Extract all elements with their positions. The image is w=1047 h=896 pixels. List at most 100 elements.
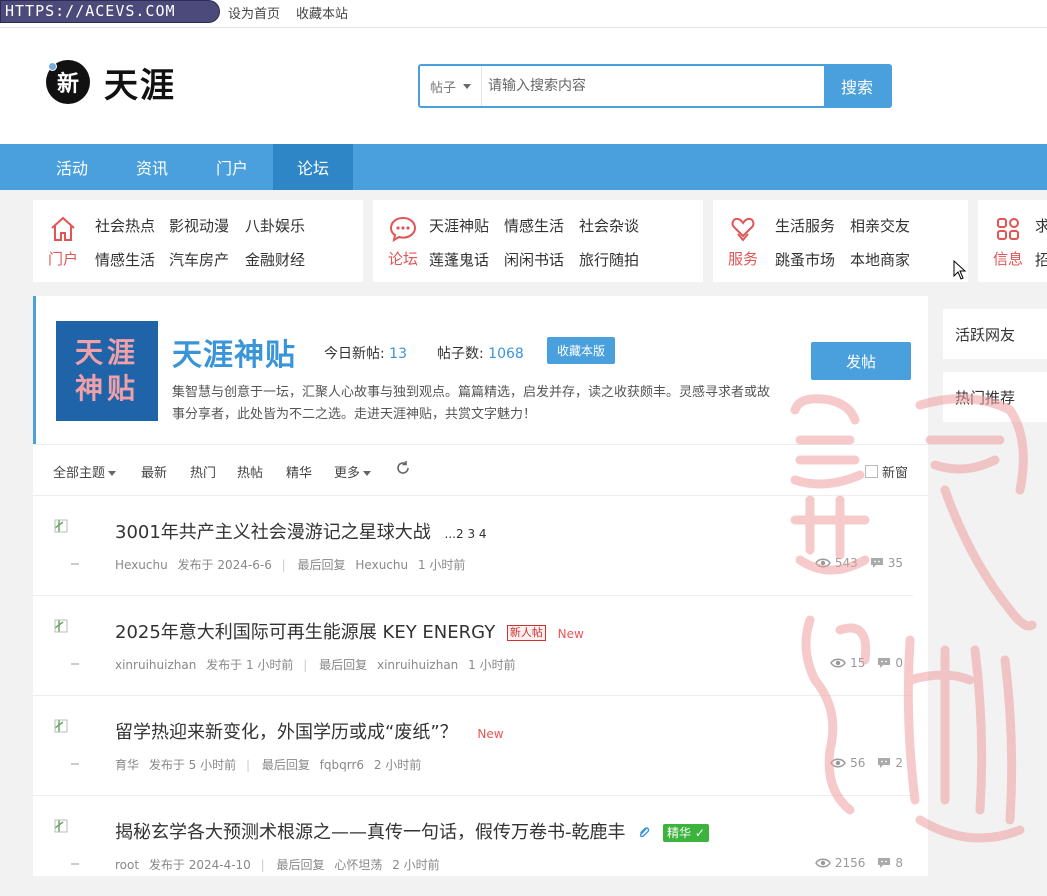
chat-icon [383, 214, 423, 244]
search-input[interactable] [482, 66, 824, 106]
avatar[interactable] [53, 618, 101, 666]
chevron-down-icon [363, 471, 372, 476]
logo-icon[interactable]: 新 [46, 60, 90, 104]
category-link[interactable]: 影视动漫 [169, 215, 229, 236]
new-user-badge: 新人帖 [506, 625, 546, 641]
category-link[interactable]: 跳蚤市场 [775, 249, 835, 270]
new-window-toggle[interactable]: 新窗 [865, 462, 908, 481]
table-row: 2025年意大利国际可再生能源展 KEY ENERGY 新人帖 New xinr… [33, 596, 913, 696]
filter-bar: 全部主题 最新 热门 热帖 精华 更多 新窗 [33, 445, 928, 496]
last-reply-label: 最后回复 [319, 658, 368, 672]
last-reply-label: 最后回复 [297, 558, 346, 572]
reply-count: 35 [887, 556, 903, 570]
table-row: 留学热迎来新变化，外国学历或成“废纸”？ New 育华 发布于 5 小时前 | … [33, 696, 913, 796]
url-badge: HTTPS://ACEVS.COM [0, 0, 220, 23]
logo-text[interactable]: 天涯 [104, 58, 176, 107]
logo-icon-char: 新 [56, 72, 79, 97]
category-link[interactable]: 汽车房产 [169, 249, 229, 270]
category-link[interactable]: 社会杂谈 [579, 215, 639, 236]
thread-counts: 2156 8 [814, 856, 903, 870]
avatar[interactable] [53, 718, 101, 766]
thread-author[interactable]: 育华 [115, 758, 139, 772]
thread-title[interactable]: 2025年意大利国际可再生能源展 KEY ENERGY 新人帖 New [115, 618, 584, 644]
category-link[interactable]: 社会热点 [95, 215, 155, 236]
category-link[interactable]: 旅行随拍 [579, 249, 639, 270]
home-icon [43, 214, 83, 244]
thread-counts: 56 2 [830, 756, 903, 770]
nav-item-forum[interactable]: 论坛 [273, 144, 353, 190]
search-type-select[interactable]: 帖子 [420, 66, 482, 106]
avatar[interactable] [53, 818, 101, 866]
new-post-button[interactable]: 发帖 [811, 342, 911, 380]
last-reply-time: 2 小时前 [392, 858, 440, 872]
category-link[interactable]: 求 [1035, 215, 1047, 236]
nav-item-portal[interactable]: 门户 [192, 144, 272, 190]
last-reply-user[interactable]: xinruihuizhan [377, 658, 458, 672]
thread-title-text[interactable]: 3001年共产主义社会漫游记之星球大战 [115, 522, 431, 543]
category-link[interactable]: 生活服务 [775, 215, 835, 236]
heart-hand-icon [723, 214, 763, 244]
category-info: 信息 求 招 [978, 200, 1047, 282]
post-count-label: 帖子数: [437, 346, 484, 362]
thread-author[interactable]: xinruihuizhan [115, 658, 196, 672]
view-count: 56 [850, 756, 866, 770]
filter-latest[interactable]: 最新 [141, 462, 167, 481]
thread-author[interactable]: Hexuchu [115, 558, 168, 572]
today-posts-label: 今日新帖: [324, 346, 385, 362]
category-link[interactable]: 情感生活 [504, 215, 564, 236]
set-home-link[interactable]: 设为首页 [228, 3, 280, 22]
thread-title-text[interactable]: 留学热迎来新变化，外国学历或成“废纸”？ [115, 722, 458, 743]
category-name[interactable]: 信息 [988, 248, 1028, 269]
category-name[interactable]: 论坛 [383, 248, 423, 269]
filter-hot-posts[interactable]: 热帖 [237, 462, 263, 481]
sidebar-hot-recommend[interactable]: 热门推荐 [943, 372, 1047, 422]
last-reply-user[interactable]: 心怀坦荡 [334, 858, 382, 872]
category-link[interactable]: 金融财经 [245, 249, 305, 270]
category-link[interactable]: 相亲交友 [850, 215, 910, 236]
search-button[interactable]: 搜索 [824, 66, 890, 106]
category-link[interactable]: 八卦娱乐 [245, 215, 305, 236]
category-link[interactable]: 招 [1035, 249, 1047, 270]
thread-pages[interactable]: ...2 3 4 [445, 527, 487, 541]
new-window-label: 新窗 [882, 466, 909, 481]
thread-title-text[interactable]: 2025年意大利国际可再生能源展 KEY ENERGY [115, 622, 495, 643]
thread-list: 全部主题 最新 热门 热帖 精华 更多 新窗 3001年共产主义社会漫游记之星球… [33, 444, 928, 876]
filter-more[interactable]: 更多 [334, 462, 372, 481]
thread-title[interactable]: 揭秘玄学各大预测术根源之——真传一句话，假传万卷书-乾鹿丰 精华 ✓ [115, 818, 709, 844]
refresh-icon[interactable] [395, 460, 411, 480]
category-link[interactable]: 闲闲书话 [504, 249, 564, 270]
category-link[interactable]: 莲蓬鬼话 [429, 249, 489, 270]
category-link[interactable]: 天涯神贴 [429, 215, 489, 236]
filter-hot[interactable]: 热门 [190, 462, 216, 481]
favorite-board-button[interactable]: 收藏本版 [547, 337, 615, 364]
bookmark-site-link[interactable]: 收藏本站 [296, 3, 348, 22]
category-name[interactable]: 门户 [43, 248, 83, 269]
filter-featured[interactable]: 精华 [286, 462, 312, 481]
comment-icon [878, 758, 891, 768]
last-reply-time: 2 小时前 [373, 758, 422, 772]
search-box: 帖子 搜索 [418, 64, 892, 108]
new-badge: New [477, 727, 504, 741]
thread-meta: xinruihuizhan 发布于 1 小时前 | 最后回复 xinruihui… [115, 656, 522, 673]
post-count-value: 1068 [488, 346, 524, 362]
featured-badge: 精华 ✓ [662, 824, 709, 842]
view-count: 15 [850, 656, 866, 670]
category-link[interactable]: 本地商家 [850, 249, 910, 270]
category-name[interactable]: 服务 [723, 248, 763, 269]
last-reply-user[interactable]: fqbqrr6 [320, 758, 364, 772]
filter-all-topics[interactable]: 全部主题 [53, 462, 117, 481]
thread-counts: 543 35 [814, 556, 903, 570]
thread-title-text[interactable]: 揭秘玄学各大预测术根源之——真传一句话，假传万卷书-乾鹿丰 [115, 822, 626, 843]
thread-author[interactable]: root [115, 858, 139, 872]
nav-item-news[interactable]: 资讯 [112, 144, 192, 190]
thread-title[interactable]: 留学热迎来新变化，外国学历或成“废纸”？ New [115, 718, 504, 744]
thread-title[interactable]: 3001年共产主义社会漫游记之星球大战 ...2 3 4 [115, 518, 487, 544]
category-link[interactable]: 情感生活 [95, 249, 155, 270]
nav-item-activity[interactable]: 活动 [32, 144, 112, 190]
divider: | [303, 658, 308, 672]
sidebar-active-friends[interactable]: 活跃网友 [943, 309, 1047, 359]
last-reply-user[interactable]: Hexuchu [355, 558, 408, 572]
table-row: 3001年共产主义社会漫游记之星球大战 ...2 3 4 Hexuchu 发布于… [33, 496, 913, 596]
avatar[interactable] [53, 518, 101, 566]
new-window-checkbox[interactable] [865, 465, 878, 478]
